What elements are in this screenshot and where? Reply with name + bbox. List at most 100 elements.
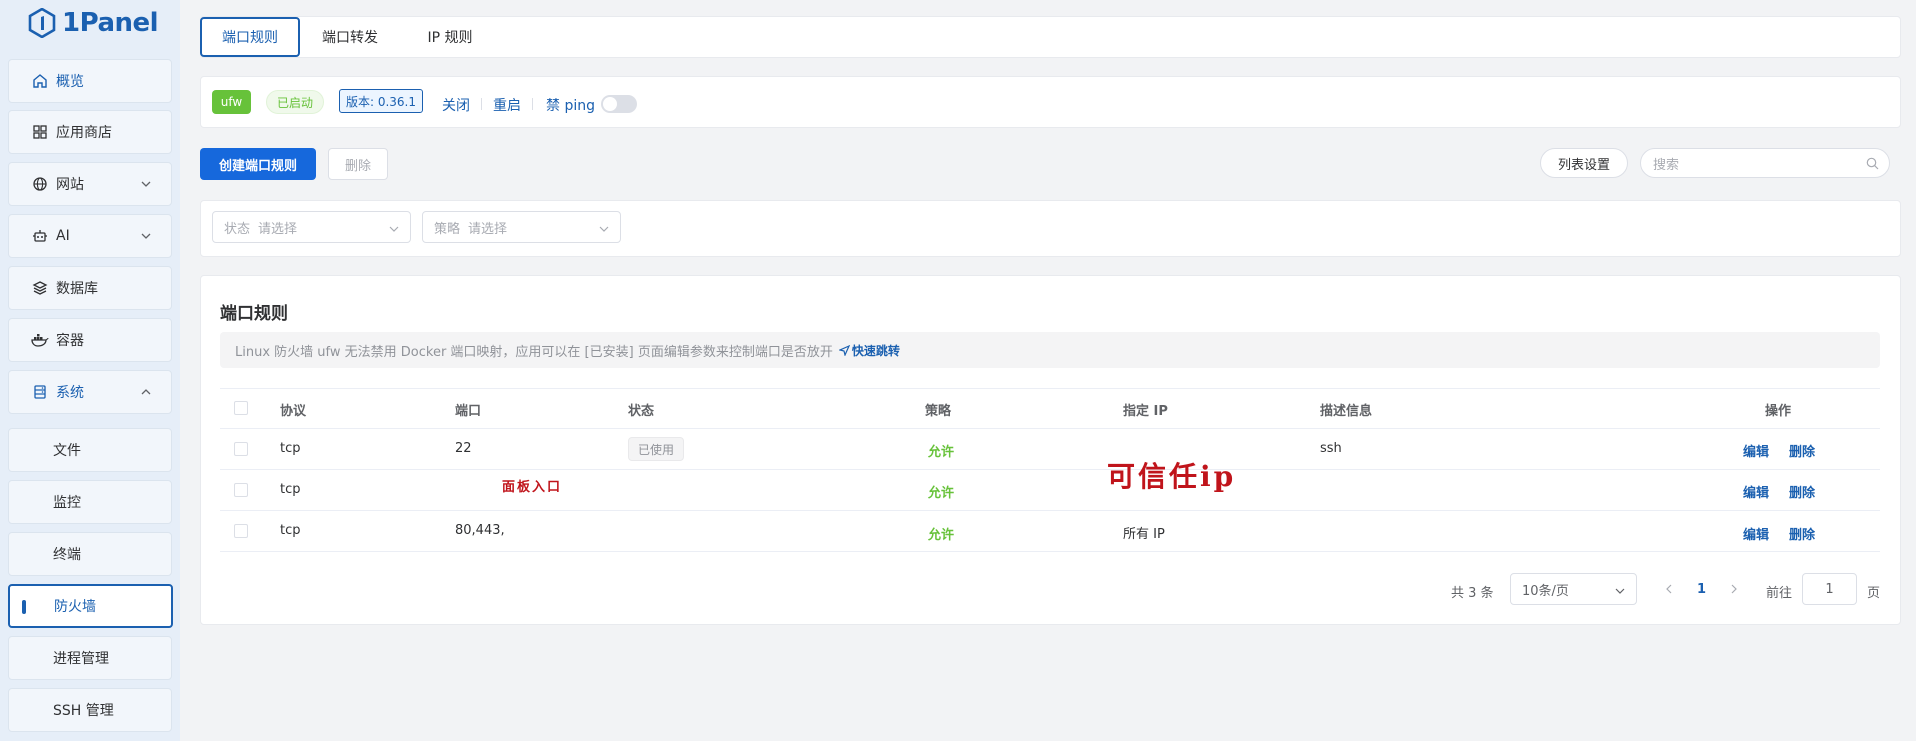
- sidebar-subitem-ssh[interactable]: SSH 管理: [8, 688, 172, 732]
- tab-port-forward[interactable]: 端口转发: [310, 17, 390, 57]
- sidebar-item-label: 概览: [56, 74, 84, 90]
- cell-strategy[interactable]: 允许: [928, 524, 954, 543]
- page-size-select[interactable]: 10条/页: [1510, 573, 1637, 605]
- select-placeholder: 请选择: [258, 221, 298, 237]
- column-header-actions: 操作: [1765, 404, 1792, 419]
- select-prefix: 状态: [224, 221, 251, 237]
- page-number-current[interactable]: 1: [1697, 582, 1706, 597]
- edit-button[interactable]: 编辑: [1743, 524, 1769, 543]
- batch-delete-button[interactable]: 删除: [328, 148, 388, 180]
- edit-button[interactable]: 编辑: [1743, 441, 1769, 460]
- tab-ip-rules[interactable]: IP 规则: [410, 17, 490, 57]
- create-port-rule-button[interactable]: 创建端口规则: [200, 148, 316, 180]
- running-status-label: 已启动: [276, 95, 313, 110]
- delete-button[interactable]: 删除: [1789, 441, 1815, 460]
- cell-protocol: tcp: [280, 441, 301, 456]
- table-divider: [220, 510, 628, 511]
- select-placeholder: 请选择: [468, 221, 508, 237]
- cell-strategy[interactable]: 允许: [928, 482, 954, 501]
- layers-icon: [31, 279, 49, 297]
- brand-name: 1Panel: [62, 8, 159, 38]
- row-checkbox[interactable]: [234, 524, 248, 538]
- column-header-ip[interactable]: 指定 IP: [1123, 400, 1168, 419]
- list-settings-label: 列表设置: [1557, 157, 1610, 173]
- status-badge-label: 已使用: [637, 442, 674, 457]
- search-input[interactable]: 搜索: [1640, 148, 1890, 178]
- delete-button-label: 删除: [344, 158, 371, 174]
- robot-icon: [31, 227, 49, 245]
- prev-page-icon[interactable]: [1663, 583, 1675, 595]
- next-page-icon[interactable]: [1728, 583, 1740, 595]
- column-header-protocol[interactable]: 协议: [280, 400, 306, 419]
- cell-port: 22: [455, 441, 472, 456]
- section-title: 端口规则: [220, 304, 288, 324]
- status-filter-select[interactable]: 状态 请选择: [212, 211, 411, 243]
- delete-button[interactable]: 删除: [1789, 482, 1815, 501]
- restart-firewall-button[interactable]: 重启: [493, 95, 521, 115]
- ufw-badge-label: ufw: [220, 95, 243, 109]
- sidebar-subitem-label: 文件: [53, 443, 81, 459]
- running-status-badge: 已启动: [266, 90, 324, 114]
- sidebar-subitem-terminal[interactable]: 终端: [8, 532, 172, 576]
- sidebar-subitem-process[interactable]: 进程管理: [8, 636, 172, 680]
- stop-firewall-button[interactable]: 关闭: [442, 95, 470, 115]
- cell-strategy[interactable]: 允许: [928, 441, 954, 460]
- cell-protocol: tcp: [280, 523, 301, 538]
- select-all-checkbox[interactable]: [234, 401, 248, 415]
- sidebar-item-website[interactable]: 网站: [8, 162, 172, 206]
- sidebar-item-system[interactable]: 系统: [8, 370, 172, 414]
- disable-ping-toggle[interactable]: [601, 95, 637, 113]
- sidebar-item-overview[interactable]: 概览: [8, 59, 172, 103]
- alert-text: Linux 防火墙 ufw 无法禁用 Docker 端口映射，应用可以在 [已安…: [235, 344, 833, 360]
- sidebar-item-app-store[interactable]: 应用商店: [8, 110, 172, 154]
- table-divider: [220, 388, 1880, 389]
- sidebar-subitem-label: 防火墙: [54, 599, 96, 615]
- goto-page-value: 1: [1825, 581, 1834, 597]
- app-logo[interactable]: 1Panel: [28, 6, 159, 40]
- sidebar-item-label: 系统: [56, 385, 84, 401]
- sidebar-subitem-label: SSH 管理: [53, 703, 114, 719]
- column-header-status[interactable]: 状态: [628, 400, 654, 419]
- search-icon: [1866, 157, 1879, 170]
- grid-icon: [31, 123, 49, 141]
- globe-icon: [31, 175, 49, 193]
- list-settings-button[interactable]: 列表设置: [1540, 148, 1628, 178]
- tab-label: IP 规则: [427, 30, 473, 46]
- sidebar-item-container[interactable]: 容器: [8, 318, 172, 362]
- quick-jump-label: 快速跳转: [851, 343, 900, 358]
- column-header-strategy[interactable]: 策略: [925, 400, 951, 419]
- row-checkbox[interactable]: [234, 483, 248, 497]
- sidebar: 1Panel 概览 应用商店 网站 AI 数据库 容器 系统 文件 监控 终端 …: [0, 0, 180, 741]
- tab-label: 端口规则: [222, 30, 278, 46]
- server-icon: [31, 383, 49, 401]
- edit-button[interactable]: 编辑: [1743, 482, 1769, 501]
- strategy-filter-select[interactable]: 策略 请选择: [422, 211, 621, 243]
- column-header-description[interactable]: 描述信息: [1320, 400, 1372, 419]
- cell-ip: 所有 IP: [1123, 527, 1165, 542]
- sidebar-subitem-firewall[interactable]: 防火墙: [8, 584, 173, 628]
- chevron-down-icon: [141, 181, 151, 187]
- sidebar-item-database[interactable]: 数据库: [8, 266, 172, 310]
- column-header-port[interactable]: 端口: [455, 400, 481, 419]
- quick-jump-link[interactable]: 快速跳转: [838, 342, 900, 359]
- chevron-down-icon: [1615, 588, 1625, 594]
- sidebar-subitem-monitor[interactable]: 监控: [8, 480, 172, 524]
- sidebar-item-ai[interactable]: AI: [8, 214, 172, 258]
- tab-port-rules[interactable]: 端口规则: [200, 17, 300, 57]
- disable-ping-label: 禁 ping: [546, 98, 595, 114]
- divider: [481, 98, 482, 110]
- sidebar-item-label: 数据库: [56, 281, 98, 297]
- sidebar-item-label: AI: [56, 228, 70, 244]
- sidebar-subitem-label: 进程管理: [53, 651, 109, 667]
- active-indicator: [22, 600, 26, 614]
- sidebar-subitem-files[interactable]: 文件: [8, 428, 172, 472]
- delete-button[interactable]: 删除: [1789, 524, 1815, 543]
- goto-page-input[interactable]: 1: [1802, 573, 1857, 605]
- sidebar-subitem-label: 终端: [53, 547, 81, 563]
- annotation-trusted-ip: 可信任ip: [1107, 460, 1237, 493]
- annotation-panel-entry: 面板入口: [502, 480, 563, 495]
- cell-protocol: tcp: [280, 482, 301, 497]
- sidebar-subitem-label: 监控: [53, 495, 81, 511]
- row-checkbox[interactable]: [234, 442, 248, 456]
- create-button-label: 创建端口规则: [218, 158, 297, 174]
